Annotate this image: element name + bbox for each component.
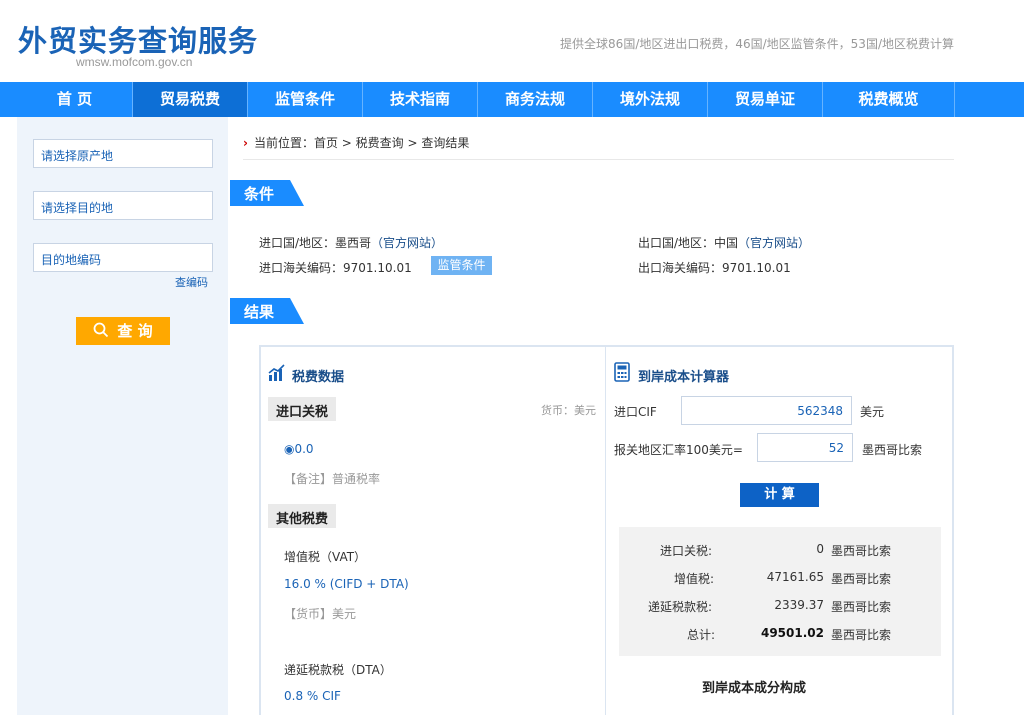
duty-rate-remark: 【备注】普通税率 bbox=[284, 472, 381, 486]
duty-rate-value: 0.0 bbox=[294, 442, 314, 456]
result-total-label: 总计: bbox=[687, 628, 716, 642]
exchange-rate-input[interactable]: 52 bbox=[757, 433, 853, 462]
cif-input[interactable]: 562348 bbox=[681, 396, 852, 425]
export-code: 出口海关编码：9701.10.01 bbox=[638, 261, 791, 275]
chart-trend-icon bbox=[268, 364, 285, 381]
result-total-unit: 墨西哥比索 bbox=[831, 628, 892, 642]
calculator-icon bbox=[614, 362, 630, 382]
supervision-badge[interactable]: 监管条件 bbox=[431, 256, 492, 275]
cif-unit: 美元 bbox=[860, 405, 885, 419]
nav-item-tax-overview[interactable]: 税费概览 bbox=[823, 82, 955, 117]
import-country-label: 进口国/地区：墨西哥 bbox=[259, 236, 372, 250]
vat-currency: 【货币】美元 bbox=[284, 607, 357, 621]
other-tax-tag: 其他税费 bbox=[268, 504, 337, 528]
site-title[interactable]: 外贸实务查询服务 bbox=[18, 18, 258, 60]
export-country: 出口国/地区：中国（官方网站） bbox=[638, 234, 810, 251]
calculate-button[interactable]: 计 算 bbox=[740, 483, 819, 507]
result-vat-value: 47161.65 bbox=[766, 570, 824, 584]
origin-select[interactable]: 请选择原产地 bbox=[33, 139, 213, 168]
result-vat-label: 增值税: bbox=[674, 572, 715, 586]
destination-select[interactable]: 请选择目的地 bbox=[33, 191, 213, 220]
site-header: 外贸实务查询服务 wmsw.mofcom.gov.cn 提供全球86国/地区进出… bbox=[0, 0, 1024, 82]
main-nav: 首 页 贸易税费 监管条件 技术指南 商务法规 境外法规 贸易单证 税费概览 bbox=[0, 82, 1024, 117]
search-icon bbox=[93, 322, 109, 338]
import-country: 进口国/地区：墨西哥（官方网站） bbox=[259, 234, 443, 251]
destination-code-input[interactable]: 目的地编码 bbox=[33, 243, 213, 272]
calculator-title: 到岸成本计算器 bbox=[638, 370, 730, 385]
vat-value: 16.0 % (CIFD + DTA) bbox=[284, 577, 409, 591]
nav-item-trade-tax[interactable]: 贸易税费 bbox=[133, 82, 248, 117]
search-button-label: 查 询 bbox=[117, 322, 153, 340]
nav-item-trade-docs[interactable]: 贸易单证 bbox=[708, 82, 823, 117]
search-button[interactable]: 查 询 bbox=[76, 317, 170, 345]
result-total-value: 49501.02 bbox=[760, 626, 824, 640]
cif-label: 进口CIF bbox=[614, 405, 657, 419]
site-domain: wmsw.mofcom.gov.cn bbox=[76, 55, 193, 69]
import-duty-tag: 进口关税 bbox=[268, 397, 337, 421]
dta-label: 递延税款税（DTA） bbox=[284, 663, 392, 677]
result-duty-value: 0 bbox=[816, 542, 824, 556]
nav-item-tech-guide[interactable]: 技术指南 bbox=[363, 82, 478, 117]
site-tagline: 提供全球86国/地区进出口税费，46国/地区监管条件，53国/地区税费计算 bbox=[560, 37, 954, 51]
result-duty-label: 进口关税: bbox=[660, 544, 713, 558]
result-duty-unit: 墨西哥比索 bbox=[831, 544, 892, 558]
breadcrumb-arrow-icon: › bbox=[243, 136, 248, 150]
lookup-code-link[interactable]: 查编码 bbox=[175, 274, 208, 290]
conditions-section-title: 条件 bbox=[230, 180, 304, 206]
sidebar: 请选择原产地 请选择目的地 目的地编码 查编码 查 询 bbox=[17, 117, 228, 715]
radio-selected-icon: ◉ bbox=[284, 442, 295, 456]
result-dta-label: 递延税款税: bbox=[648, 600, 713, 614]
result-vat-unit: 墨西哥比索 bbox=[831, 572, 892, 586]
nav-item-commerce-law[interactable]: 商务法规 bbox=[478, 82, 593, 117]
cost-composition-title: 到岸成本成分构成 bbox=[702, 681, 807, 696]
exchange-rate-unit: 墨西哥比索 bbox=[862, 443, 923, 457]
import-code: 进口海关编码：9701.10.01 bbox=[259, 261, 412, 275]
result-dta-unit: 墨西哥比索 bbox=[831, 600, 892, 614]
breadcrumb-text: 当前位置：首页 > 税费查询 > 查询结果 bbox=[253, 136, 470, 150]
breadcrumb: › 当前位置：首页 > 税费查询 > 查询结果 bbox=[243, 134, 954, 160]
export-country-label: 出口国/地区：中国 bbox=[638, 236, 739, 250]
import-official-link[interactable]: （官方网站） bbox=[371, 236, 443, 250]
exchange-rate-label: 报关地区汇率100美元= bbox=[614, 443, 743, 457]
vat-label: 增值税（VAT） bbox=[284, 550, 367, 564]
dta-value: 0.8 % CIF bbox=[284, 689, 341, 703]
nav-item-home[interactable]: 首 页 bbox=[17, 82, 133, 117]
panel-divider bbox=[605, 347, 606, 715]
currency-note: 货币：美元 bbox=[541, 404, 596, 417]
nav-item-supervision[interactable]: 监管条件 bbox=[248, 82, 363, 117]
tax-data-title: 税费数据 bbox=[292, 370, 345, 385]
duty-rate-option[interactable]: ◉0.0 bbox=[284, 442, 314, 456]
results-section-title: 结果 bbox=[230, 298, 304, 324]
result-dta-value: 2339.37 bbox=[774, 598, 824, 612]
export-official-link[interactable]: （官方网站） bbox=[738, 236, 810, 250]
nav-item-foreign-law[interactable]: 境外法规 bbox=[593, 82, 708, 117]
